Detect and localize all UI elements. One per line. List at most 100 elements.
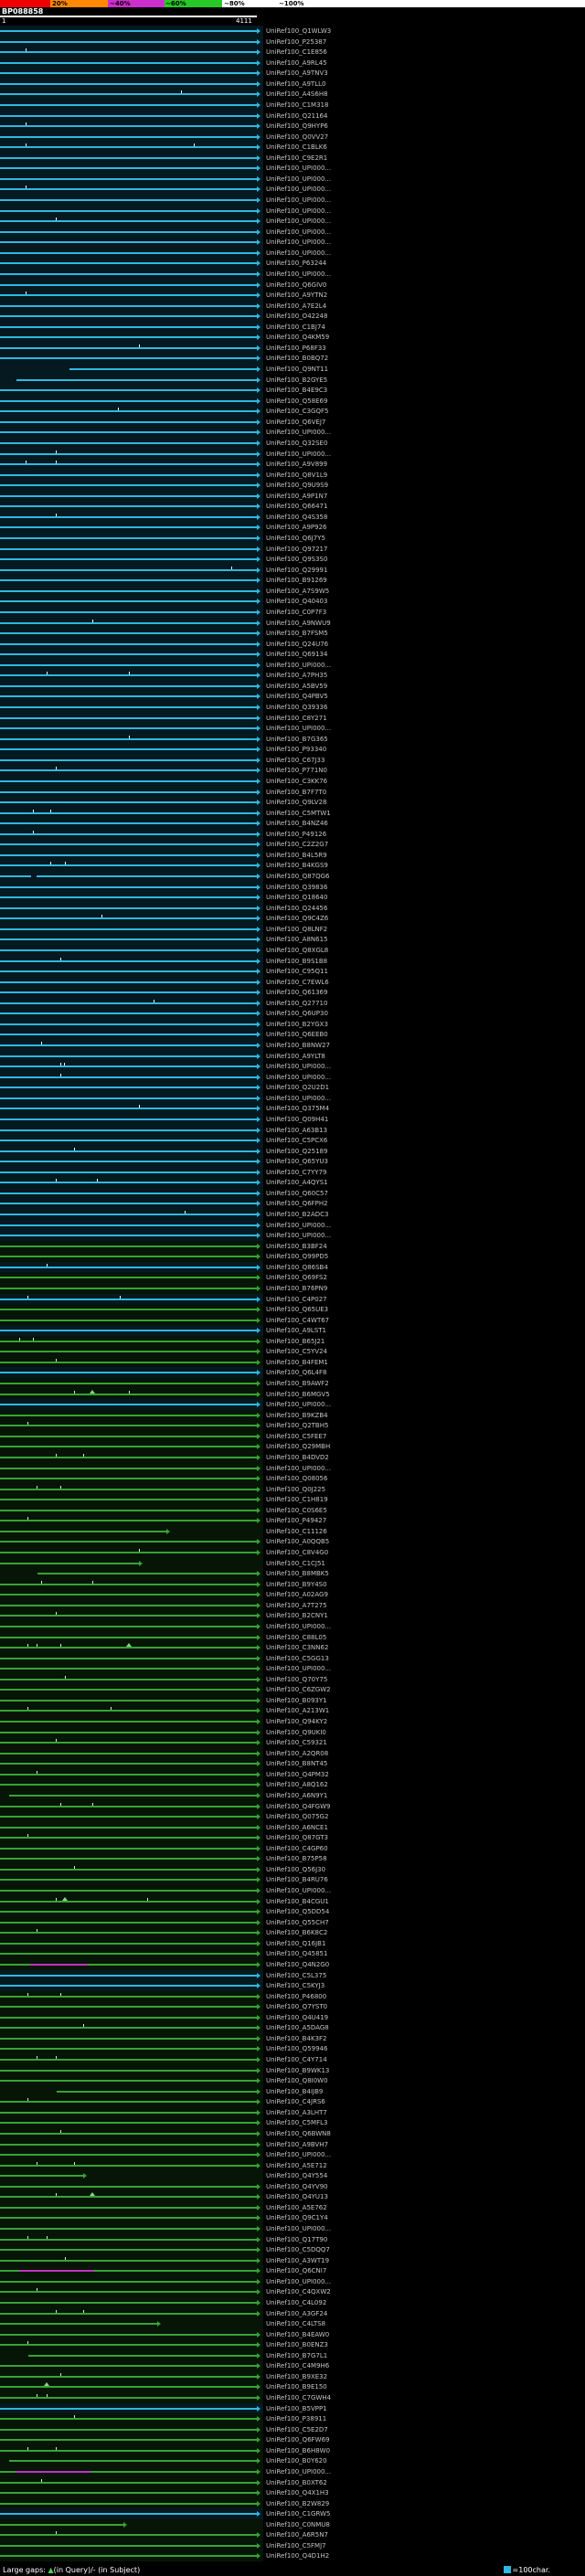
hit-label[interactable]: UniRef100_B3BF24 bbox=[266, 1243, 327, 1250]
alignment-row[interactable]: UniRef100_Q09H41 bbox=[0, 1114, 585, 1125]
alignment-row[interactable]: UniRef100_Q075G2 bbox=[0, 1811, 585, 1822]
alignment-row[interactable]: UniRef100_A0QQB5 bbox=[0, 1536, 585, 1547]
hit-label[interactable]: UniRef100_Q61369 bbox=[266, 989, 327, 996]
hit-label[interactable]: UniRef100_UPI000... bbox=[266, 1665, 331, 1672]
hit-label[interactable]: UniRef100_B76PN9 bbox=[266, 1285, 327, 1292]
hit-label[interactable]: UniRef100_Q4KM59 bbox=[266, 334, 329, 341]
hit-label[interactable]: UniRef100_Q24456 bbox=[266, 905, 327, 912]
alignment-row[interactable]: UniRef100_C1GRW5 bbox=[0, 2508, 585, 2519]
hit-label[interactable]: UniRef100_UPI000... bbox=[266, 217, 331, 225]
alignment-row[interactable]: UniRef100_C1BJ74 bbox=[0, 322, 585, 333]
hit-label[interactable]: UniRef100_Q16JB1 bbox=[266, 1940, 325, 1947]
hit-label[interactable]: UniRef100_UPI000... bbox=[266, 1063, 331, 1070]
alignment-row[interactable]: UniRef100_B2YGX3 bbox=[0, 1019, 585, 1030]
hit-label[interactable]: UniRef100_Q58E69 bbox=[266, 398, 327, 405]
alignment-row[interactable]: UniRef100_A9TNV3 bbox=[0, 68, 585, 79]
hit-label[interactable]: UniRef100_C4M9H6 bbox=[266, 2362, 329, 2369]
alignment-row[interactable]: UniRef100_C4WT67 bbox=[0, 1315, 585, 1326]
alignment-row[interactable]: UniRef100_UPI000... bbox=[0, 174, 585, 185]
alignment-row[interactable]: UniRef100_P38911 bbox=[0, 2413, 585, 2424]
hit-label[interactable]: UniRef100_C5PCX6 bbox=[266, 1137, 327, 1144]
hit-label[interactable]: UniRef100_B4DVD2 bbox=[266, 1454, 329, 1461]
hit-label[interactable]: UniRef100_Q6UP30 bbox=[266, 1010, 328, 1017]
alignment-row[interactable]: UniRef100_B0ENZ3 bbox=[0, 2339, 585, 2350]
alignment-row[interactable]: UniRef100_B7G365 bbox=[0, 734, 585, 745]
hit-label[interactable]: UniRef100_B8NW27 bbox=[266, 1042, 330, 1049]
alignment-row[interactable]: UniRef100_A9TLL0 bbox=[0, 79, 585, 90]
hit-label[interactable]: UniRef100_UPI000... bbox=[266, 725, 331, 732]
hit-label[interactable]: UniRef100_B4FEM1 bbox=[266, 1359, 328, 1366]
hit-label[interactable]: UniRef100_A3LHT7 bbox=[266, 2109, 327, 2116]
alignment-row[interactable]: UniRef100_UPI000... bbox=[0, 1663, 585, 1674]
hit-label[interactable]: UniRef100_C3KK76 bbox=[266, 778, 327, 785]
hit-label[interactable]: UniRef100_Q4FGW9 bbox=[266, 1803, 330, 1810]
alignment-row[interactable]: UniRef100_C11126 bbox=[0, 1526, 585, 1537]
alignment-row[interactable]: UniRef100_P49427 bbox=[0, 1515, 585, 1526]
hit-label[interactable]: UniRef100_P771N0 bbox=[266, 767, 327, 774]
alignment-row[interactable]: UniRef100_Q6L4F8 bbox=[0, 1367, 585, 1378]
hit-label[interactable]: UniRef100_UPI000... bbox=[266, 207, 331, 215]
alignment-row[interactable]: UniRef100_B9KZB4 bbox=[0, 1410, 585, 1421]
hit-label[interactable]: UniRef100_A9YTN2 bbox=[266, 292, 327, 299]
alignment-row[interactable]: UniRef100_C4JRS6 bbox=[0, 2096, 585, 2107]
hit-label[interactable]: UniRef100_C6ZGW2 bbox=[266, 1686, 331, 1693]
alignment-row[interactable]: UniRef100_Q18640 bbox=[0, 892, 585, 903]
hit-label[interactable]: UniRef100_A02AG9 bbox=[266, 1591, 328, 1598]
hit-label[interactable]: UniRef100_B093Y1 bbox=[266, 1697, 327, 1704]
hit-label[interactable]: UniRef100_C5FEE7 bbox=[266, 1433, 326, 1440]
alignment-row[interactable]: UniRef100_Q87QG6 bbox=[0, 871, 585, 882]
alignment-row[interactable]: UniRef100_Q4X1H3 bbox=[0, 2487, 585, 2498]
alignment-row[interactable]: UniRef100_Q9U9S9 bbox=[0, 480, 585, 491]
hit-label[interactable]: UniRef100_B2YGX3 bbox=[266, 1021, 328, 1028]
alignment-row[interactable]: UniRef100_Q6J7Y5 bbox=[0, 533, 585, 544]
alignment-row[interactable]: UniRef100_Q4N2G0 bbox=[0, 1959, 585, 1970]
alignment-row[interactable]: UniRef100_B4E9C3 bbox=[0, 385, 585, 396]
alignment-row[interactable]: UniRef100_A3LHT7 bbox=[0, 2107, 585, 2118]
alignment-row[interactable]: UniRef100_Q4YV90 bbox=[0, 2181, 585, 2192]
hit-label[interactable]: UniRef100_Q40403 bbox=[266, 598, 327, 605]
alignment-row[interactable]: UniRef100_Q16JB1 bbox=[0, 1938, 585, 1949]
hit-label[interactable]: UniRef100_UPI000... bbox=[266, 175, 331, 183]
alignment-row[interactable]: UniRef100_C4GP60 bbox=[0, 1843, 585, 1854]
hit-label[interactable]: UniRef100_Q60C57 bbox=[266, 1190, 328, 1197]
alignment-row[interactable]: UniRef100_UPI000... bbox=[0, 237, 585, 248]
hit-label[interactable]: UniRef100_B0BQ72 bbox=[266, 355, 328, 362]
hit-label[interactable]: UniRef100_Q0J225 bbox=[266, 1486, 325, 1493]
hit-label[interactable]: UniRef100_B4EAW0 bbox=[266, 2331, 329, 2338]
hit-label[interactable]: UniRef100_P25387 bbox=[266, 38, 326, 46]
hit-label[interactable]: UniRef100_Q39336 bbox=[266, 704, 327, 711]
alignment-row[interactable]: UniRef100_C3GQF5 bbox=[0, 406, 585, 417]
alignment-row[interactable]: UniRef100_Q97217 bbox=[0, 544, 585, 555]
hit-label[interactable]: UniRef100_P38911 bbox=[266, 2415, 326, 2422]
alignment-row[interactable]: UniRef100_B6H8W0 bbox=[0, 2445, 585, 2456]
hit-label[interactable]: UniRef100_B4E9C3 bbox=[266, 387, 327, 394]
alignment-row[interactable]: UniRef100_A213W1 bbox=[0, 1705, 585, 1716]
hit-label[interactable]: UniRef100_A7S9W5 bbox=[266, 588, 329, 595]
alignment-row[interactable]: UniRef100_UPI000... bbox=[0, 2223, 585, 2234]
hit-label[interactable]: UniRef100_C11126 bbox=[266, 1528, 327, 1535]
alignment-row[interactable]: UniRef100_Q8XGL8 bbox=[0, 945, 585, 956]
alignment-row[interactable]: UniRef100_C7YY79 bbox=[0, 1167, 585, 1178]
hit-label[interactable]: UniRef100_Q6J7Y5 bbox=[266, 535, 325, 542]
hit-label[interactable]: UniRef100_A9TLL0 bbox=[266, 80, 325, 88]
hit-label[interactable]: UniRef100_Q39836 bbox=[266, 884, 327, 891]
alignment-row[interactable]: UniRef100_Q58E69 bbox=[0, 396, 585, 407]
hit-label[interactable]: UniRef100_B9S1B8 bbox=[266, 958, 327, 965]
hit-label[interactable]: UniRef100_C5KYJ3 bbox=[266, 1982, 324, 1989]
hit-label[interactable]: UniRef100_Q4X1H3 bbox=[266, 2489, 329, 2496]
hit-label[interactable]: UniRef100_A9V899 bbox=[266, 461, 327, 468]
hit-label[interactable]: UniRef100_A2QR08 bbox=[266, 1750, 328, 1757]
hit-label[interactable]: UniRef100_B0Y620 bbox=[266, 2457, 327, 2465]
alignment-row[interactable]: UniRef100_Q9C4Z6 bbox=[0, 913, 585, 924]
alignment-row[interactable]: UniRef100_B5VPP1 bbox=[0, 2403, 585, 2414]
alignment-row[interactable]: UniRef100_Q2U2D1 bbox=[0, 1082, 585, 1093]
alignment-row[interactable]: UniRef100_C5FMJ7 bbox=[0, 2540, 585, 2551]
hit-label[interactable]: UniRef100_C1H819 bbox=[266, 1496, 328, 1503]
hit-label[interactable]: UniRef100_UPI000... bbox=[266, 2468, 331, 2475]
hit-label[interactable]: UniRef100_Q9U9S9 bbox=[266, 482, 328, 489]
alignment-row[interactable]: UniRef100_B4KGS9 bbox=[0, 860, 585, 871]
hit-label[interactable]: UniRef100_C5MTW1 bbox=[266, 810, 331, 817]
hit-label[interactable]: UniRef100_B7G7L1 bbox=[266, 2352, 327, 2359]
hit-label[interactable]: UniRef100_Q70Y75 bbox=[266, 1676, 327, 1683]
alignment-row[interactable]: UniRef100_Q17T90 bbox=[0, 2234, 585, 2245]
